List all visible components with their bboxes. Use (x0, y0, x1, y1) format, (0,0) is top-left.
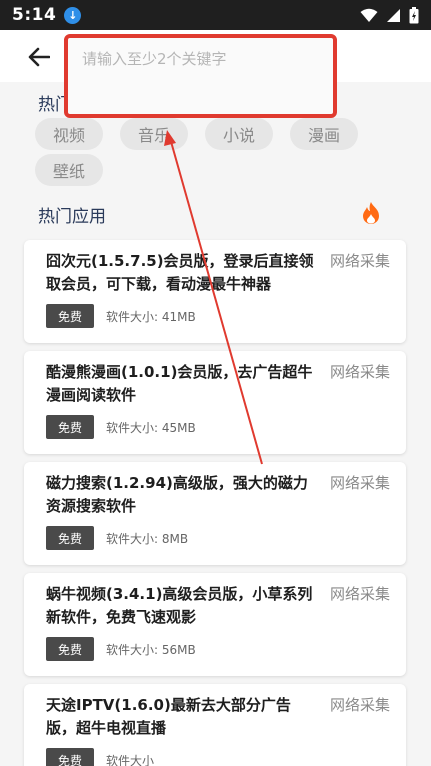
free-badge: 免费 (46, 748, 94, 766)
status-time: 5:14 (12, 5, 57, 25)
tag-wallpaper[interactable]: 壁纸 (35, 154, 103, 186)
battery-icon (409, 6, 419, 23)
app-size: 软件大小: 8MB (106, 532, 189, 546)
top-bar (0, 30, 431, 118)
status-bar: 5:14 ↓ (0, 0, 431, 30)
app-card[interactable]: 天途IPTV(1.6.0)最新去大部分广告版，超牛电视直播 网络采集 免费 软件… (24, 684, 406, 766)
tag-comic[interactable]: 漫画 (290, 118, 358, 150)
free-badge: 免费 (46, 637, 94, 661)
app-source: 网络采集 (329, 363, 390, 381)
wifi-icon (360, 8, 378, 22)
app-title: 天途IPTV(1.6.0)最新去大部分广告版，超牛电视直播 (46, 696, 291, 737)
app-title: 囧次元(1.5.7.5)会员版，登录后直接领取会员，可下载，看动漫最牛神器 (46, 252, 314, 293)
app-title: 酷漫熊漫画(1.0.1)会员版，去广告超牛漫画阅读软件 (46, 363, 313, 404)
app-size: 软件大小: 45MB (106, 421, 196, 435)
back-arrow-icon (28, 47, 50, 67)
free-badge: 免费 (46, 304, 94, 328)
tag-music[interactable]: 音乐 (120, 118, 188, 150)
download-icon: ↓ (64, 6, 82, 24)
free-badge: 免费 (46, 526, 94, 550)
app-size: 软件大小: 41MB (106, 310, 196, 324)
app-source: 网络采集 (329, 252, 390, 270)
signal-icon (387, 8, 400, 22)
app-card[interactable]: 蜗牛视频(3.4.1)高级会员版，小草系列新软件，免费飞速观影 网络采集 免费 … (24, 573, 406, 676)
back-button[interactable] (24, 42, 54, 72)
tag-novel[interactable]: 小说 (205, 118, 273, 150)
app-source: 网络采集 (329, 474, 390, 492)
app-size: 软件大小: 56MB (106, 643, 196, 657)
free-badge: 免费 (46, 415, 94, 439)
search-box[interactable] (64, 34, 337, 118)
status-icons (360, 6, 419, 24)
hot-apps-title: 热门应用 (38, 207, 106, 227)
app-title: 蜗牛视频(3.4.1)高级会员版，小草系列新软件，免费飞速观影 (46, 585, 313, 626)
app-source: 网络采集 (329, 696, 390, 714)
app-card[interactable]: 囧次元(1.5.7.5)会员版，登录后直接领取会员，可下载，看动漫最牛神器 网络… (24, 240, 406, 343)
app-size: 软件大小 (106, 754, 155, 766)
search-input[interactable] (82, 46, 322, 72)
app-source: 网络采集 (329, 585, 390, 603)
app-card[interactable]: 磁力搜索(1.2.94)高级版，强大的磁力资源搜索软件 网络采集 免费 软件大小… (24, 462, 406, 565)
app-card[interactable]: 酷漫熊漫画(1.0.1)会员版，去广告超牛漫画阅读软件 网络采集 免费 软件大小… (24, 351, 406, 454)
app-title: 磁力搜索(1.2.94)高级版，强大的磁力资源搜索软件 (46, 474, 308, 515)
tag-video[interactable]: 视频 (35, 118, 103, 150)
fire-icon (363, 202, 379, 224)
